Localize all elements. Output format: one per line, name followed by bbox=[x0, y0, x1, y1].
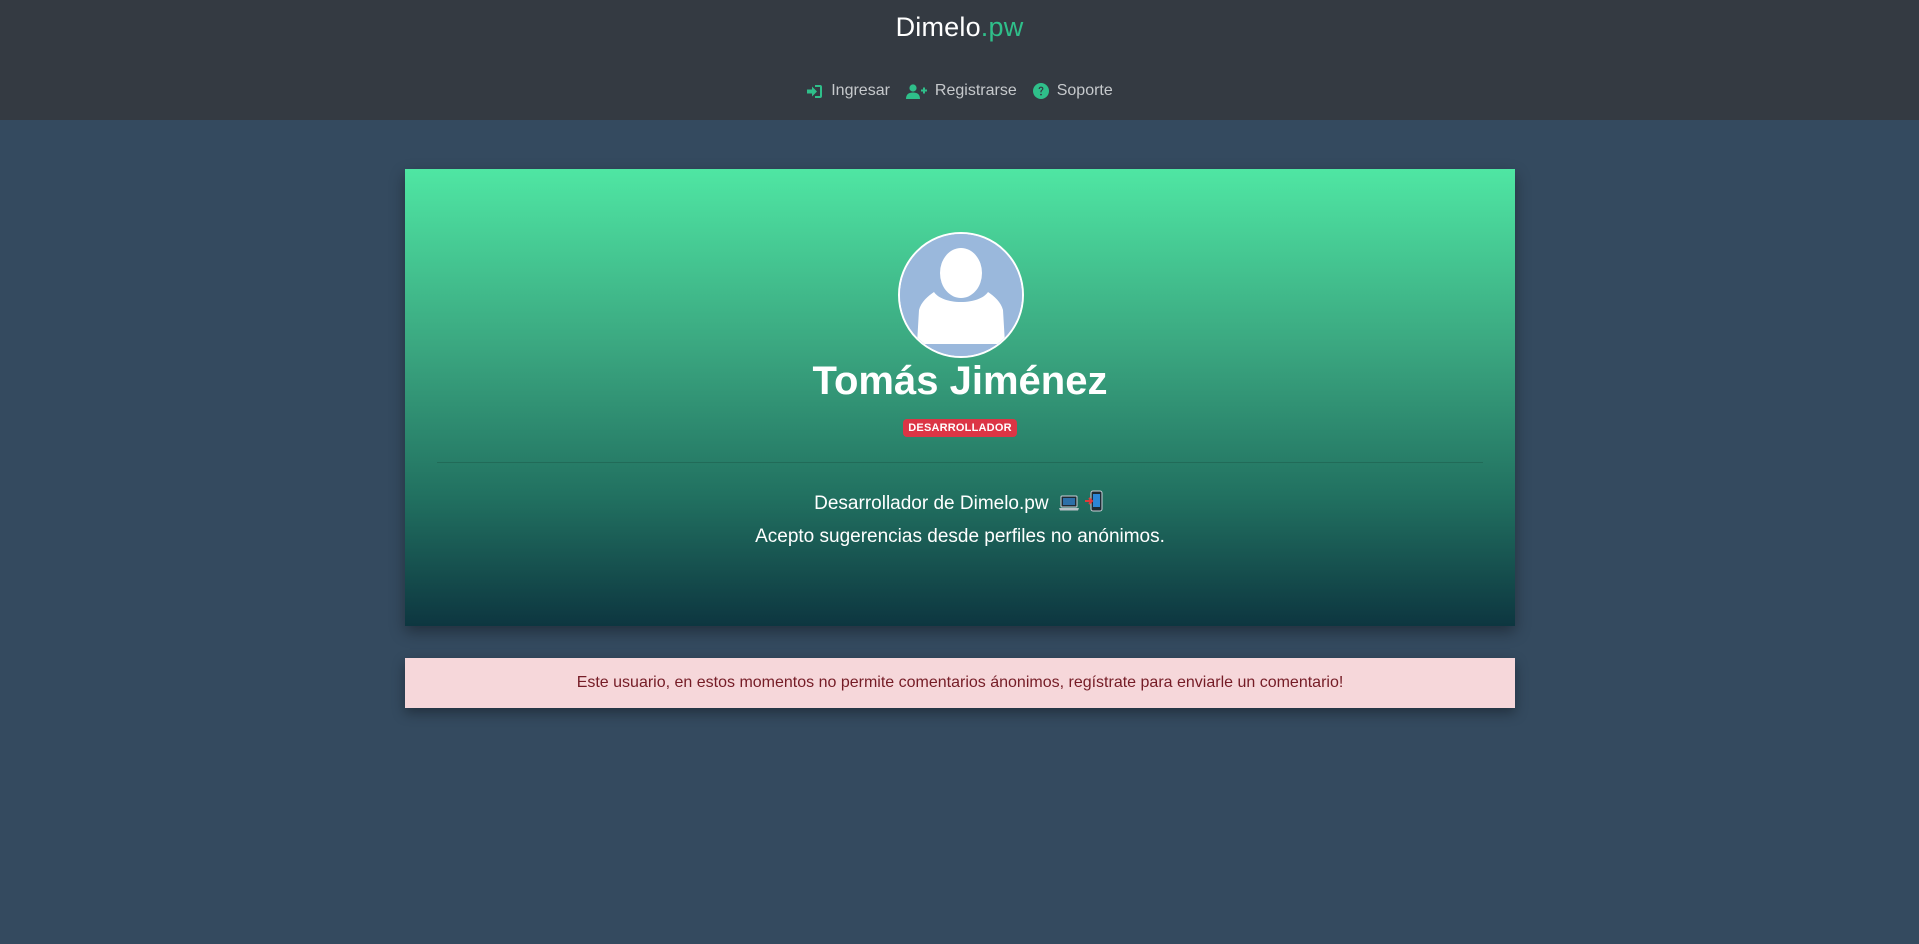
default-user-avatar-icon bbox=[900, 234, 1022, 356]
laptop-icon bbox=[1058, 492, 1080, 522]
site-logo[interactable]: Dimelo.pw bbox=[0, 12, 1919, 43]
role-badge: DESARROLLADOR bbox=[903, 419, 1017, 437]
nav-register-label: Registrarse bbox=[934, 82, 1017, 99]
mobile-phone-icon bbox=[1084, 490, 1106, 522]
user-plus-icon bbox=[905, 83, 927, 99]
avatar bbox=[898, 232, 1024, 358]
profile-name: Tomás Jiménez bbox=[812, 359, 1108, 403]
nav-login-label: Ingresar bbox=[831, 82, 890, 99]
question-circle-icon bbox=[1032, 83, 1049, 99]
bio-line-1-text: Desarrollador de Dimelo.pw bbox=[814, 493, 1049, 514]
brand-name: Dimelo bbox=[895, 12, 981, 42]
main-nav: Ingresar Registrarse Soporte bbox=[0, 82, 1919, 100]
divider bbox=[437, 462, 1483, 463]
anonymous-comments-disabled-alert: Este usuario, en estos momentos no permi… bbox=[405, 658, 1515, 708]
nav-support-label: Soporte bbox=[1056, 82, 1113, 99]
bio-line-1: Desarrollador de Dimelo.pw bbox=[405, 489, 1515, 522]
brand-suffix: .pw bbox=[980, 12, 1024, 42]
nav-login-link[interactable]: Ingresar bbox=[806, 82, 890, 100]
sign-in-icon bbox=[807, 84, 823, 98]
top-navbar: Dimelo.pw Ingresar Registrarse Soporte bbox=[0, 0, 1919, 120]
role-badge-container: DESARROLLADOR bbox=[405, 418, 1515, 437]
nav-register-link[interactable]: Registrarse bbox=[905, 82, 1017, 100]
profile-card: Tomás Jiménez DESARROLLADOR Desarrollado… bbox=[405, 169, 1515, 626]
alert-message: Este usuario, en estos momentos no permi… bbox=[576, 674, 1344, 691]
profile-bio: Desarrollador de Dimelo.pw Acepto sugere… bbox=[405, 489, 1515, 552]
bio-line-2: Acepto sugerencias desde perfiles no anó… bbox=[755, 526, 1165, 547]
nav-support-link[interactable]: Soporte bbox=[1032, 82, 1113, 100]
